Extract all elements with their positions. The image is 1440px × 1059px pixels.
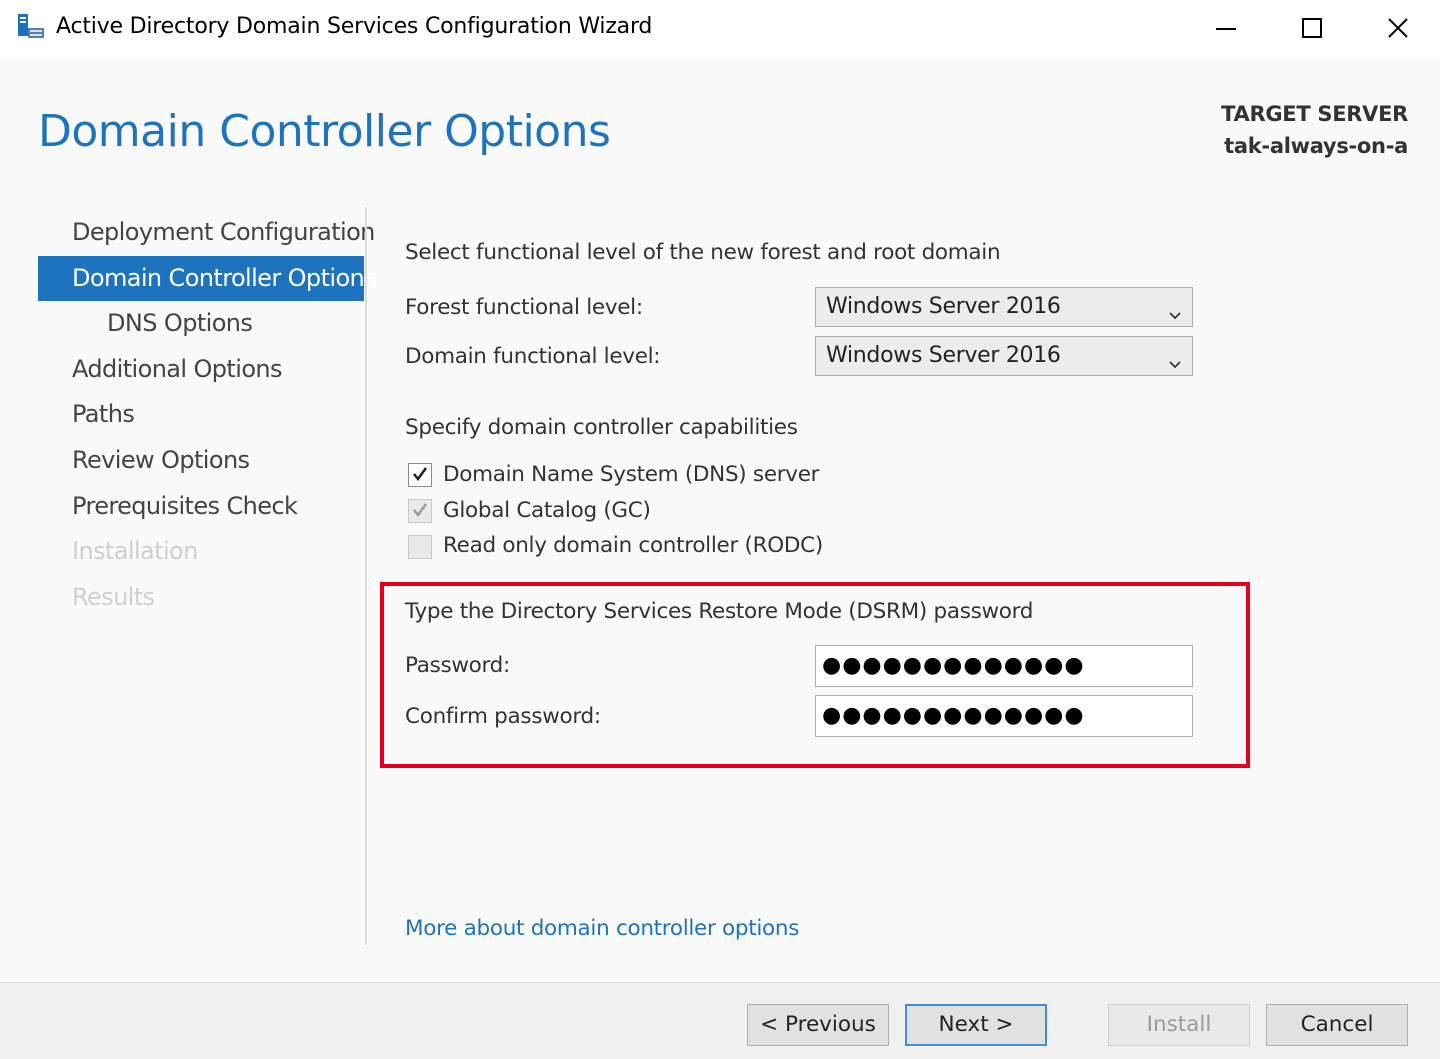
functional-level-heading: Select functional level of the new fores… [405,240,1001,265]
nav-item-results: Results [72,582,155,611]
nav-item-domain-controller-options[interactable]: Domain Controller Options [38,255,377,302]
domain-functional-level-select[interactable]: Windows Server 2016 [815,336,1193,376]
checkmark-icon [413,503,427,517]
page-title: Domain Controller Options [38,106,611,157]
nav-item-installation: Installation [72,537,198,566]
target-server-label: TARGET SERVER [1221,102,1408,126]
nav-item-dns-options[interactable]: DNS Options [38,301,364,347]
global-catalog-label: Global Catalog (GC) [443,498,651,523]
dns-server-label[interactable]: Domain Name System (DNS) server [443,462,820,487]
rodc-label: Read only domain controller (RODC) [443,533,823,558]
close-icon[interactable] [1370,4,1426,52]
maximize-icon[interactable] [1284,4,1340,52]
checkmark-icon [413,467,427,481]
confirm-password-label: Confirm password: [405,704,601,729]
wizard-nav: Deployment Configuration Domain Controll… [38,210,377,620]
domain-functional-level-value: Windows Server 2016 [826,343,1061,368]
dsrm-heading: Type the Directory Services Restore Mode… [405,599,1034,624]
global-catalog-checkbox [408,499,432,523]
previous-button[interactable]: < Previous [747,1004,889,1046]
dns-server-checkbox[interactable] [408,463,432,487]
nav-item-prerequisites-check[interactable]: Prerequisites Check [38,484,364,530]
nav-divider [365,207,367,945]
install-button: Install [1108,1004,1250,1046]
domain-functional-level-label: Domain functional level: [405,344,661,369]
more-about-dc-options-link[interactable]: More about domain controller options [405,916,799,941]
confirm-password-input[interactable]: ●●●●●●●●●●●●● [815,695,1193,737]
server-manager-icon [16,12,46,42]
minimize-icon[interactable] [1198,4,1254,52]
nav-item-deployment-configuration[interactable]: Deployment Configuration [38,210,375,256]
capabilities-heading: Specify domain controller capabilities [405,415,798,440]
password-label: Password: [405,653,510,678]
nav-item-additional-options[interactable]: Additional Options [38,347,364,393]
chevron-down-icon [1168,347,1182,369]
forest-functional-level-select[interactable]: Windows Server 2016 [815,287,1193,327]
next-button[interactable]: Next > [905,1004,1047,1046]
forest-functional-level-label: Forest functional level: [405,295,643,320]
rodc-checkbox [408,535,432,559]
nav-item-review-options[interactable]: Review Options [38,438,364,484]
chevron-down-icon [1168,298,1182,320]
window-title: Active Directory Domain Services Configu… [56,14,653,39]
title-bar: Active Directory Domain Services Configu… [0,0,1440,58]
target-server-value: tak-always-on-a [1224,134,1408,158]
nav-item-paths[interactable]: Paths [38,392,364,438]
forest-functional-level-value: Windows Server 2016 [826,294,1061,319]
password-input[interactable]: ●●●●●●●●●●●●● [815,645,1193,687]
cancel-button[interactable]: Cancel [1266,1004,1408,1046]
